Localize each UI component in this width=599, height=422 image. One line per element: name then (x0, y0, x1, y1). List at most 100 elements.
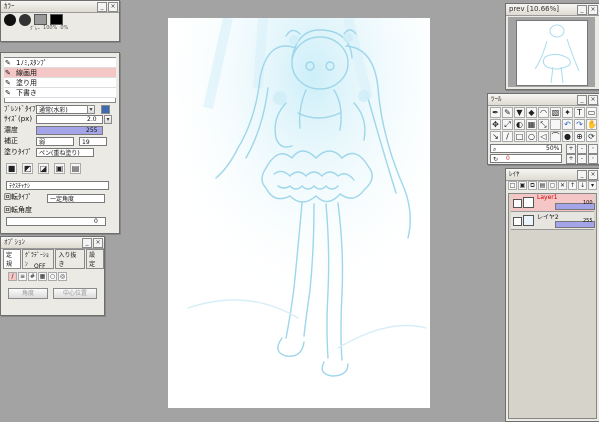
curve-icon[interactable]: / (502, 131, 513, 142)
blend-dropdown-icon[interactable]: ▾ (87, 105, 95, 114)
option-panel: ｵﾌﾟｼｮﾝ _ × 定規 ｸﾞﾗﾃﾞｰｼｮﾝ 入り抜き 設定 OFF / ≡ #… (0, 236, 105, 316)
density-value: 255 (86, 127, 98, 134)
preview-sketch (534, 24, 580, 84)
ruler-ellipse-icon[interactable]: ◎ (58, 272, 67, 281)
bucket-icon[interactable]: ◐ (514, 119, 525, 130)
brush-color-swatch[interactable] (4, 14, 16, 26)
minimize-icon[interactable]: _ (82, 238, 92, 248)
move-icon[interactable]: ✥ (490, 119, 501, 130)
rotate-type-select[interactable]: 一定角度 (47, 194, 105, 203)
layer-visible-icon[interactable] (513, 199, 522, 208)
ruler-circle-icon[interactable]: ○ (48, 272, 57, 281)
layer-row-selected[interactable]: Layer1 100 (511, 194, 595, 212)
polygon-icon[interactable]: ◁ (538, 131, 549, 142)
ruler-grid2-icon[interactable]: ▦ (38, 272, 47, 281)
close-icon[interactable]: × (93, 238, 103, 248)
rotate-slider[interactable]: ↻ (490, 154, 562, 163)
brush-item-selected[interactable]: ✎ 線画用 (4, 68, 116, 78)
minimize-icon[interactable]: _ (97, 2, 107, 12)
new-folder-icon[interactable]: ▣ (518, 181, 527, 190)
fill-icon[interactable]: ▼ (514, 107, 525, 118)
rotate-right-icon[interactable]: - (577, 154, 587, 164)
freehand-icon[interactable]: ⌒ (550, 131, 561, 142)
merge-layer-icon[interactable]: ▤ (538, 181, 547, 190)
zoom-icon[interactable]: ⊕ (574, 131, 585, 142)
rect-select-icon[interactable]: □ (514, 131, 525, 142)
rotate-reset-icon[interactable]: ◦ (588, 154, 598, 164)
layer-menu-icon[interactable]: ▾ (588, 181, 597, 190)
correction-select[interactable]: 弱 (36, 137, 74, 146)
move-down-icon[interactable]: ↓ (578, 181, 587, 190)
close-icon[interactable]: × (588, 5, 598, 15)
dot-icon[interactable]: ● (562, 131, 573, 142)
primary-color-swatch[interactable] (34, 14, 47, 25)
zoom-out-icon[interactable]: - (577, 144, 587, 154)
zoom-in-icon[interactable]: + (566, 144, 576, 154)
correction-level-select[interactable]: 19 (79, 137, 107, 146)
preview-thumbnail (516, 20, 588, 86)
brush-icon: ✎ (5, 59, 11, 67)
minimize-icon[interactable]: _ (577, 170, 587, 180)
magic-wand-icon[interactable]: ✦ (562, 107, 573, 118)
eraser-icon[interactable]: ◆ (526, 107, 537, 118)
close-icon[interactable]: × (108, 2, 118, 12)
ellipse-select-icon[interactable]: ○ (526, 131, 537, 142)
ruler-parallel-icon[interactable]: ≡ (18, 272, 27, 281)
gradient-icon[interactable]: ▦ (526, 119, 537, 130)
close-icon[interactable]: × (588, 95, 598, 105)
preview-area[interactable] (508, 17, 595, 87)
angle-button[interactable]: 角度 (8, 288, 48, 299)
blend-type-select[interactable]: 通常(水彩) (36, 105, 94, 114)
secondary-color-swatch[interactable] (50, 14, 63, 25)
rotate-angle-row: 回転角度 (4, 206, 32, 214)
minimize-icon[interactable]: _ (577, 5, 587, 15)
ruler-grid-icon[interactable]: # (28, 272, 37, 281)
texture-select[interactable]: ﾃｸｽﾁｬﾅｼ (6, 181, 109, 190)
text-icon[interactable]: T (574, 107, 585, 118)
move-up-icon[interactable]: ↑ (568, 181, 577, 190)
brush-icon[interactable]: ✎ (502, 107, 513, 118)
clear-layer-icon[interactable]: ▢ (548, 181, 557, 190)
line-icon[interactable]: ↘ (490, 131, 501, 142)
drawing-canvas[interactable] (168, 18, 430, 408)
layer-row[interactable]: レイヤ2 255 (511, 212, 595, 230)
select-icon[interactable]: ▧ (550, 107, 561, 118)
redo-icon[interactable]: ↷ (574, 119, 585, 130)
minimize-icon[interactable]: _ (577, 95, 587, 105)
undo-icon[interactable]: ↶ (562, 119, 573, 130)
delete-layer-icon[interactable]: ✕ (558, 181, 567, 190)
eyedropper-icon[interactable]: ⤡ (538, 119, 549, 130)
brush-item[interactable]: ✎ 塗り用 (4, 78, 116, 88)
layer-opacity-value: 255 (583, 218, 593, 224)
rotate-value: 0 (506, 155, 510, 162)
rotate-icon[interactable]: ⟳ (586, 131, 597, 142)
rotate-left-icon[interactable]: + (566, 154, 576, 164)
brush-shape-icon[interactable]: ◪ (38, 163, 49, 174)
size-dropdown-icon[interactable]: ▾ (104, 115, 112, 124)
off-label: OFF (34, 263, 46, 270)
rotate-angle-slider[interactable] (6, 217, 106, 226)
ruler-off-icon[interactable]: / (8, 272, 17, 281)
hand-icon[interactable]: ✋ (586, 119, 597, 130)
new-layer-icon[interactable]: □ (508, 181, 517, 190)
pen-icon[interactable]: ✒ (490, 107, 501, 118)
transform-icon[interactable]: ⤢ (502, 119, 513, 130)
layer-visible-icon[interactable] (513, 217, 522, 226)
tab-settings[interactable]: 設定 (86, 249, 104, 269)
frame-icon[interactable]: ▭ (586, 107, 597, 118)
brush-shape-icon[interactable]: ■ (6, 163, 17, 174)
brush-shape-icon[interactable]: ◩ (22, 163, 33, 174)
tab-taper[interactable]: 入り抜き (55, 249, 86, 269)
paint-type-select[interactable]: ペン(重ね塗り) (36, 148, 94, 157)
zoom-reset-icon[interactable]: ◦ (588, 144, 598, 154)
brush-shape-icon[interactable]: ▤ (70, 163, 81, 174)
lasso-icon[interactable]: ◠ (538, 107, 549, 118)
close-icon[interactable]: × (588, 170, 598, 180)
center-position-button[interactable]: 中心位置 (53, 288, 97, 299)
brush-item[interactable]: ✎ 下書き (4, 88, 116, 98)
blend-option-icon[interactable] (101, 105, 110, 114)
brush-shape-icon[interactable]: ▣ (54, 163, 65, 174)
brush-item[interactable]: ✎ 1ﾉﾐ,ｽﾀﾝﾌﾟ (4, 58, 116, 68)
copy-layer-icon[interactable]: ⧉ (528, 181, 537, 190)
tab-ruler[interactable]: 定規 (3, 249, 21, 269)
